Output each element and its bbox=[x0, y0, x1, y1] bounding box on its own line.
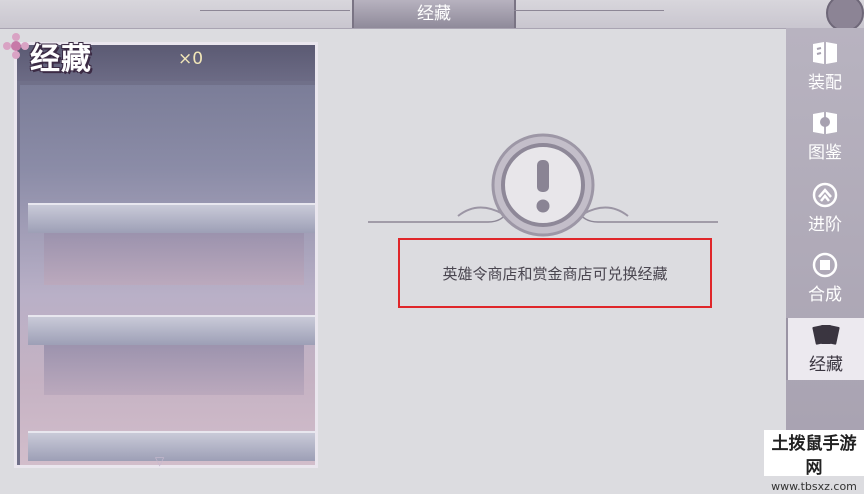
shelf-background bbox=[20, 85, 315, 465]
tab-synthesis[interactable]: 合成 bbox=[786, 248, 864, 314]
exchange-hint-box: 英雄令商店和赏金商店可兑换经藏 bbox=[398, 238, 712, 308]
scripture-count: ×0 bbox=[178, 49, 204, 69]
synthesis-icon bbox=[812, 252, 838, 278]
tab-codex[interactable]: 图鉴 bbox=[786, 106, 864, 172]
book-icon bbox=[813, 42, 837, 64]
flower-ornament-icon bbox=[3, 33, 29, 59]
tab-label: 经藏 bbox=[809, 355, 843, 375]
watermark-title: 土拨鼠手游网 bbox=[771, 434, 857, 478]
shelf bbox=[28, 203, 315, 233]
tab-label: 合成 bbox=[808, 285, 842, 305]
tab-upgrade[interactable]: 进阶 bbox=[786, 178, 864, 244]
tab-label: 进阶 bbox=[808, 215, 842, 235]
shelf bbox=[28, 315, 315, 345]
page-title: 经藏 bbox=[352, 0, 516, 28]
title-ornament-left bbox=[200, 10, 350, 17]
scroll-down-arrow-icon[interactable]: ▽ bbox=[155, 454, 164, 468]
tab-label: 装配 bbox=[808, 73, 842, 93]
upgrade-icon bbox=[812, 182, 838, 208]
cards-icon bbox=[812, 325, 840, 345]
codex-icon bbox=[813, 112, 837, 134]
watermark-url: www.tbsxz.com bbox=[771, 480, 857, 493]
title-ornament-right bbox=[514, 10, 664, 17]
tab-equip[interactable]: 装配 bbox=[786, 36, 864, 102]
right-sidebar: 装配 图鉴 进阶 合成 经藏 bbox=[786, 28, 864, 476]
warning-emblem bbox=[368, 133, 718, 237]
shelf bbox=[28, 431, 315, 461]
exclamation-icon bbox=[536, 160, 550, 213]
exchange-hint-text: 英雄令商店和赏金商店可兑换经藏 bbox=[442, 264, 668, 283]
panel-title: 经藏 bbox=[30, 42, 92, 77]
scripture-shelf-panel bbox=[14, 42, 318, 468]
tab-label: 图鉴 bbox=[808, 143, 842, 163]
tab-scriptures[interactable]: 经藏 bbox=[786, 318, 864, 380]
site-watermark: 土拨鼠手游网 www.tbsxz.com bbox=[764, 430, 864, 493]
